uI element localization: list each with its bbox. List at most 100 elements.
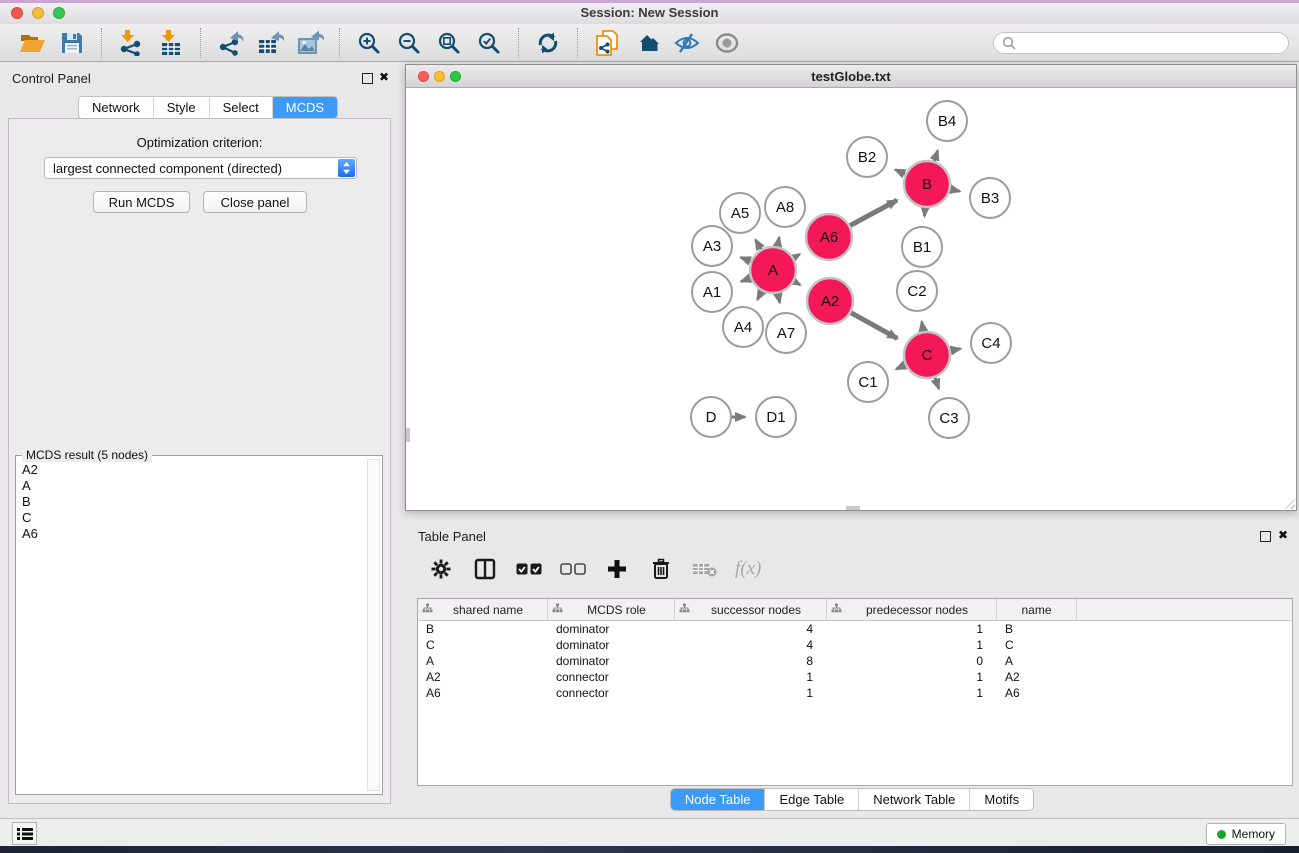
edge-C-C2[interactable] (922, 322, 924, 332)
table-cell[interactable]: dominator (548, 638, 675, 652)
edge-A2-C[interactable] (851, 313, 897, 339)
horizontal-scroll-indicator[interactable] (846, 506, 860, 510)
close-table-panel-icon[interactable]: ✖ (1278, 528, 1288, 542)
delete-columns-icon[interactable] (646, 554, 676, 584)
node-B4[interactable]: B4 (927, 101, 967, 141)
zoom-out-icon[interactable] (394, 28, 424, 58)
table-cell[interactable]: connector (548, 670, 675, 684)
node-D1[interactable]: D1 (756, 397, 796, 437)
table-cell[interactable]: 1 (827, 638, 997, 652)
tab-motifs[interactable]: Motifs (969, 789, 1033, 810)
tab-network[interactable]: Network (79, 97, 153, 118)
table-cell[interactable]: dominator (548, 622, 675, 636)
table-cell[interactable]: B (997, 622, 1077, 636)
table-cell[interactable]: 4 (675, 622, 827, 636)
import-network-icon[interactable] (116, 28, 146, 58)
table-cell[interactable]: 1 (827, 686, 997, 700)
node-A[interactable]: A (750, 247, 796, 293)
result-item[interactable]: A6 (20, 526, 366, 542)
table-options-gear-icon[interactable] (426, 554, 456, 584)
node-B2[interactable]: B2 (847, 137, 887, 177)
column-header-name[interactable]: name (997, 599, 1077, 620)
save-session-icon[interactable] (57, 28, 87, 58)
tab-network-table[interactable]: Network Table (858, 789, 969, 810)
table-cell[interactable]: A2 (997, 670, 1077, 684)
select-all-columns-icon[interactable] (514, 554, 544, 584)
node-A4[interactable]: A4 (723, 307, 763, 347)
table-cell[interactable]: A (418, 654, 548, 668)
column-header-successor-nodes[interactable]: successor nodes (675, 599, 827, 620)
edge-A-A3[interactable] (741, 257, 751, 261)
edge-A-A5[interactable] (756, 240, 761, 249)
node-B[interactable]: B (904, 161, 950, 207)
table-cell[interactable]: 1 (675, 670, 827, 684)
node-D[interactable]: D (691, 397, 731, 437)
table-row[interactable]: A2connector11A2 (418, 669, 1292, 685)
tab-style[interactable]: Style (153, 97, 209, 118)
node-A8[interactable]: A8 (765, 187, 805, 227)
node-C4[interactable]: C4 (971, 323, 1011, 363)
show-graphics-details-icon[interactable] (712, 28, 742, 58)
table-row[interactable]: A6connector11A6 (418, 685, 1292, 701)
table-cell[interactable]: connector (548, 686, 675, 700)
tab-mcds[interactable]: MCDS (272, 97, 337, 118)
column-header-shared-name[interactable]: shared name (418, 599, 548, 620)
tab-node-table[interactable]: Node Table (671, 789, 765, 810)
deselect-all-columns-icon[interactable] (558, 554, 588, 584)
edge-C-C1[interactable] (896, 365, 905, 369)
result-scrollbar[interactable] (367, 459, 380, 791)
export-network-icon[interactable] (215, 28, 245, 58)
table-row[interactable]: Adominator80A (418, 653, 1292, 669)
apply-preferred-layout-icon[interactable] (533, 28, 563, 58)
table-cell[interactable]: 1 (827, 670, 997, 684)
show-columns-icon[interactable] (470, 554, 500, 584)
table-cell[interactable]: C (997, 638, 1077, 652)
table-cell[interactable]: B (418, 622, 548, 636)
export-image-icon[interactable] (295, 28, 325, 58)
float-table-panel-icon[interactable] (1260, 531, 1271, 542)
new-network-from-selection-icon[interactable] (592, 28, 622, 58)
mcds-result-list[interactable]: A2ABCA6 (20, 462, 366, 790)
edge-A-A1[interactable] (741, 278, 750, 281)
edge-B-B1[interactable] (924, 208, 925, 216)
node-A1[interactable]: A1 (692, 272, 732, 312)
node-A2[interactable]: A2 (807, 278, 853, 324)
dropdown-stepper-icon[interactable] (338, 159, 355, 177)
edge-A6-B[interactable] (850, 200, 897, 225)
search-box[interactable] (993, 32, 1289, 54)
zoom-in-icon[interactable] (354, 28, 384, 58)
zoom-fit-icon[interactable] (434, 28, 464, 58)
table-cell[interactable]: 1 (827, 622, 997, 636)
float-panel-icon[interactable] (362, 73, 373, 84)
edge-C-C4[interactable] (951, 349, 961, 351)
node-C3[interactable]: C3 (929, 398, 969, 438)
edge-A-A7[interactable] (778, 294, 780, 303)
node-B3[interactable]: B3 (970, 178, 1010, 218)
edge-B-B4[interactable] (934, 151, 937, 162)
table-cell[interactable]: 0 (827, 654, 997, 668)
node-A6[interactable]: A6 (806, 214, 852, 260)
column-header-MCDS-role[interactable]: MCDS role (548, 599, 675, 620)
vertical-scroll-indicator[interactable] (406, 428, 410, 442)
import-table-icon[interactable] (156, 28, 186, 58)
edge-C-C3[interactable] (935, 378, 939, 389)
edge-B-B3[interactable] (950, 189, 959, 191)
export-table-icon[interactable] (255, 28, 285, 58)
node-B1[interactable]: B1 (902, 227, 942, 267)
result-item[interactable]: A2 (20, 462, 366, 478)
table-cell[interactable]: A (997, 654, 1077, 668)
table-cell[interactable]: A2 (418, 670, 548, 684)
edge-A-A8[interactable] (777, 237, 779, 246)
node-C2[interactable]: C2 (897, 271, 937, 311)
create-column-icon[interactable] (602, 554, 632, 584)
table-cell[interactable]: 1 (675, 686, 827, 700)
open-session-icon[interactable] (17, 28, 47, 58)
table-row[interactable]: Cdominator41C (418, 637, 1292, 653)
column-header-predecessor-nodes[interactable]: predecessor nodes (827, 599, 997, 620)
edge-A-A4[interactable] (757, 291, 761, 299)
edge-A-A2[interactable] (794, 281, 800, 284)
zoom-selected-icon[interactable] (474, 28, 504, 58)
node-C1[interactable]: C1 (848, 362, 888, 402)
node-A5[interactable]: A5 (720, 193, 760, 233)
show-panels-button[interactable] (12, 822, 37, 845)
